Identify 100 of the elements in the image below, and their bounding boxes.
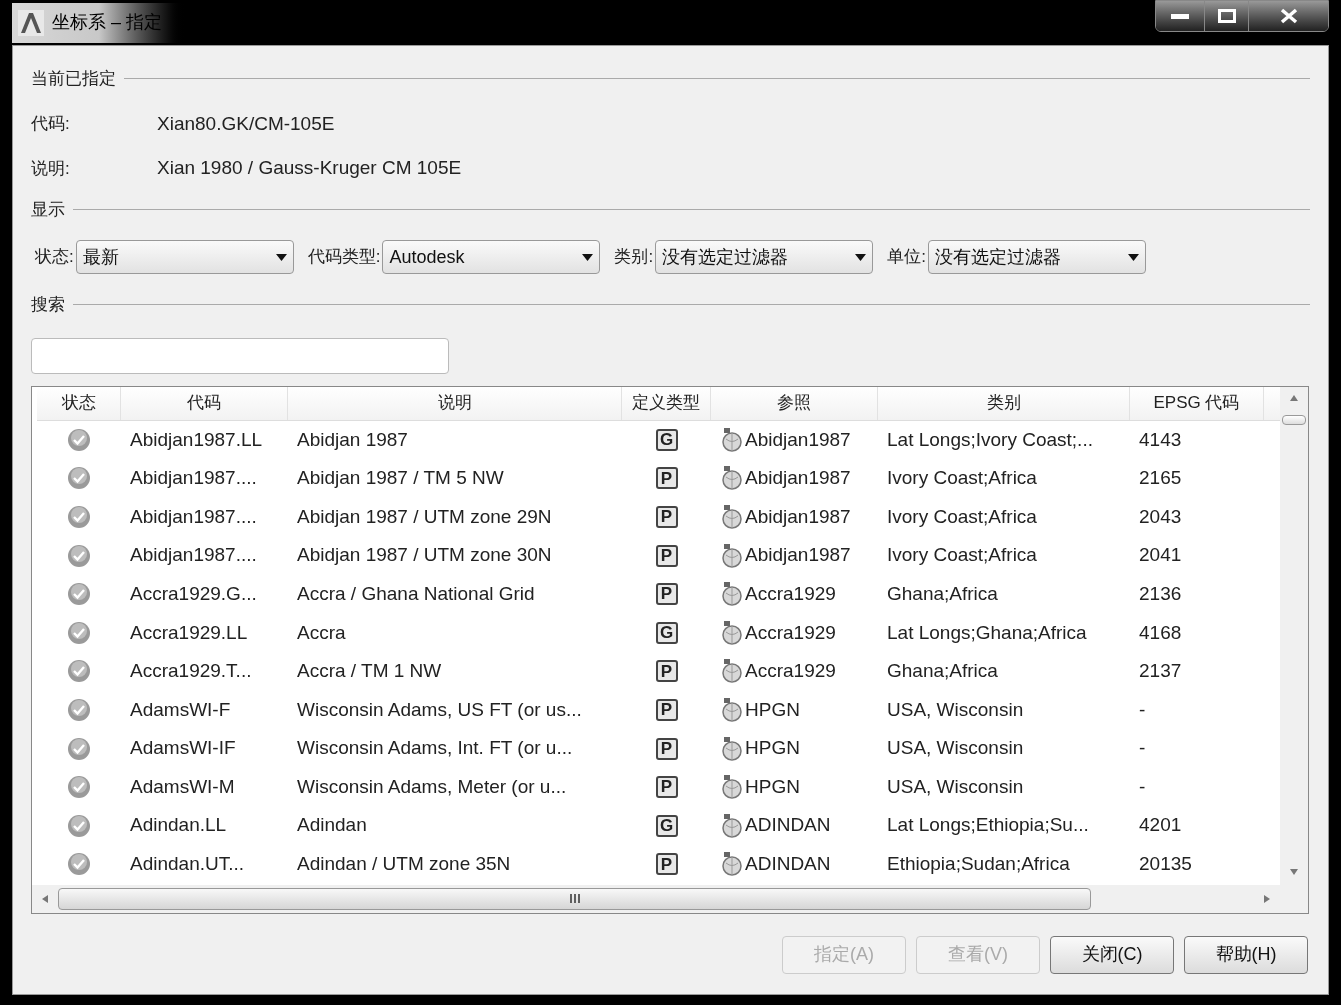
table-cell: Wisconsin Adams, Meter (or u... bbox=[297, 775, 567, 797]
table-cell-text: Abidjan1987 bbox=[745, 504, 851, 529]
table-cell: AdamsWI-M bbox=[130, 775, 235, 797]
table-cell: - bbox=[1139, 775, 1146, 797]
vertical-scrollbar[interactable] bbox=[1280, 386, 1308, 885]
table-cell-text: HPGN bbox=[745, 736, 800, 761]
check-icon bbox=[67, 813, 91, 838]
search-field[interactable] bbox=[31, 337, 449, 374]
minimize-button[interactable] bbox=[1156, 1, 1204, 31]
filter-label: 类别: bbox=[614, 246, 654, 269]
check-icon bbox=[67, 427, 91, 452]
dropdown-arrow-icon bbox=[275, 253, 287, 261]
table-cell: Ethiopia;Sudan;Africa bbox=[887, 853, 1070, 875]
table-cell: Ivory Coast;Africa bbox=[887, 544, 1037, 566]
filter-dropdown[interactable]: 最新 bbox=[75, 240, 294, 274]
geographic-badge: G bbox=[655, 621, 678, 644]
filter-label: 单位: bbox=[887, 246, 926, 269]
table-cell: USA, Wisconsin bbox=[887, 737, 1024, 759]
geographic-badge: G bbox=[655, 428, 678, 451]
dropdown-arrow-icon bbox=[582, 253, 594, 261]
filter-label: 代码类型: bbox=[307, 246, 381, 269]
close-button[interactable] bbox=[1248, 1, 1328, 31]
table-cell: USA, Wisconsin bbox=[887, 775, 1024, 797]
table-cell: 20135 bbox=[1139, 853, 1192, 875]
table-cell: 2137 bbox=[1139, 660, 1182, 682]
filter-dropdown[interactable]: 没有选定过滤器 bbox=[927, 240, 1146, 274]
app-logo-icon bbox=[18, 9, 44, 36]
table-cell: Ghana;Africa bbox=[887, 660, 998, 682]
table-cell-text: HPGN bbox=[745, 774, 800, 799]
table-cell: Abidjan 1987 / UTM zone 29N bbox=[297, 505, 552, 527]
table-cell-text: Accra1929 bbox=[745, 659, 836, 684]
table-cell-text: ADINDAN bbox=[745, 852, 831, 877]
table-cell: Ghana;Africa bbox=[887, 582, 998, 604]
scroll-thumb[interactable] bbox=[58, 887, 1091, 910]
column-header[interactable]: 参照 bbox=[711, 386, 878, 420]
scroll-up-icon bbox=[1290, 394, 1298, 401]
table-cell: Accra1929.LL bbox=[130, 621, 248, 643]
table-cell: 4168 bbox=[1139, 621, 1182, 643]
dropdown-arrow-icon bbox=[1127, 253, 1139, 261]
table-cell: Accra bbox=[297, 621, 346, 643]
table-cell: Abidjan1987.... bbox=[130, 544, 257, 566]
field-label: 说明: bbox=[31, 157, 71, 180]
table-cell: Abidjan1987.LL bbox=[130, 428, 263, 450]
column-header[interactable]: 类别 bbox=[878, 386, 1130, 420]
table-cell: 2043 bbox=[1139, 505, 1182, 527]
globe-icon bbox=[721, 813, 743, 838]
scroll-thumb[interactable] bbox=[1282, 414, 1306, 425]
minimize-icon bbox=[1171, 13, 1189, 19]
column-header[interactable]: 代码 bbox=[121, 386, 288, 420]
table-cell: 2136 bbox=[1139, 582, 1182, 604]
table-cell: Ivory Coast;Africa bbox=[887, 505, 1037, 527]
table-cell: Wisconsin Adams, US FT (or us... bbox=[297, 698, 582, 720]
scroll-down-icon bbox=[1290, 868, 1298, 875]
field-value: Xian 1980 / Gauss-Kruger CM 105E bbox=[157, 156, 462, 180]
globe-icon bbox=[721, 543, 743, 568]
horizontal-scrollbar[interactable] bbox=[32, 884, 1308, 913]
table-cell: Lat Longs;Ghana;Africa bbox=[887, 621, 1087, 643]
column-header[interactable]: 说明 bbox=[288, 386, 622, 420]
projected-badge: P bbox=[655, 737, 678, 760]
table-cell: Abidjan1987.... bbox=[130, 505, 257, 527]
table-cell: Accra / Ghana National Grid bbox=[297, 582, 535, 604]
table-cell-text: Abidjan1987 bbox=[745, 427, 851, 452]
section-heading: 当前已指定 bbox=[31, 68, 116, 90]
check-icon bbox=[67, 697, 91, 722]
column-header[interactable]: EPSG 代码 bbox=[1130, 386, 1264, 420]
table-cell: Abidjan 1987 / UTM zone 30N bbox=[297, 544, 552, 566]
globe-icon bbox=[721, 620, 743, 645]
projected-badge: P bbox=[655, 583, 678, 606]
filter-dropdown[interactable]: 没有选定过滤器 bbox=[655, 240, 874, 274]
maximize-button[interactable] bbox=[1204, 1, 1248, 31]
column-header[interactable]: 定义类型 bbox=[622, 386, 711, 420]
dialog-button[interactable]: 帮助(H) bbox=[1184, 935, 1308, 974]
table-cell-text: ADINDAN bbox=[745, 813, 831, 838]
filter-dropdown[interactable]: Autodesk bbox=[382, 240, 601, 274]
check-icon bbox=[67, 852, 91, 877]
table-cell: AdamsWI-IF bbox=[130, 737, 236, 759]
table-cell: Accra / TM 1 NW bbox=[297, 660, 442, 682]
column-header[interactable]: 状态 bbox=[37, 386, 121, 420]
check-icon bbox=[67, 659, 91, 684]
projected-badge: P bbox=[655, 467, 678, 490]
projected-badge: P bbox=[655, 544, 678, 567]
table-cell-text: Abidjan1987 bbox=[745, 543, 851, 568]
globe-icon bbox=[721, 736, 743, 761]
scroll-right-icon bbox=[1264, 894, 1270, 903]
table-cell: Adindan.UT... bbox=[130, 853, 245, 875]
table-cell: - bbox=[1139, 737, 1146, 759]
table-cell: 4143 bbox=[1139, 428, 1182, 450]
section-heading: 搜索 bbox=[31, 294, 65, 316]
field-value: Xian80.GK/CM-105E bbox=[157, 111, 335, 136]
field-label: 代码: bbox=[31, 113, 71, 135]
table-cell: Adindan / UTM zone 35N bbox=[297, 853, 511, 875]
table-cell: Wisconsin Adams, Int. FT (or u... bbox=[297, 737, 573, 759]
dialog-button[interactable]: 关闭(C) bbox=[1050, 935, 1174, 974]
globe-icon bbox=[721, 852, 743, 877]
window-title: 坐标系 – 指定 bbox=[52, 11, 162, 34]
globe-icon bbox=[721, 697, 743, 722]
table-cell-text: Accra1929 bbox=[745, 620, 836, 645]
projected-badge: P bbox=[655, 506, 678, 528]
table-cell: 2041 bbox=[1139, 544, 1182, 566]
check-icon bbox=[67, 505, 91, 529]
